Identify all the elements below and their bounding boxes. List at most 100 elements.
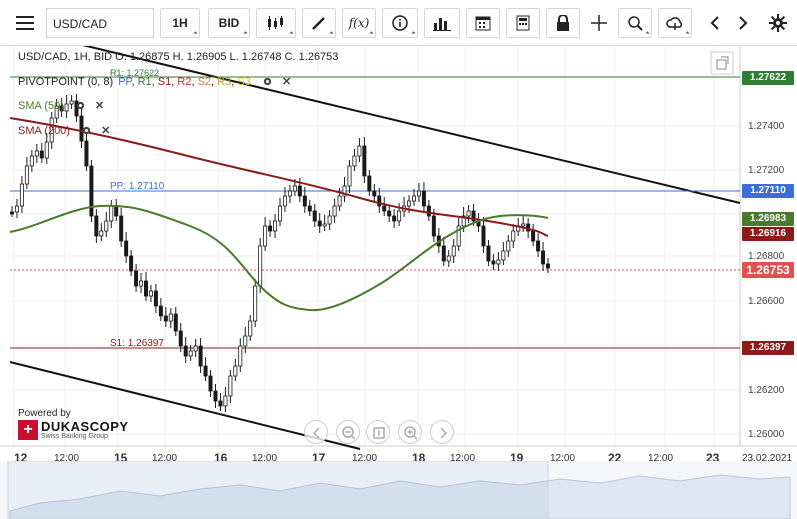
pan-right-button[interactable] <box>430 420 454 444</box>
chevron-right-icon <box>440 427 448 439</box>
scroll-left-button[interactable] <box>702 8 728 38</box>
gear-icon[interactable] <box>81 125 92 136</box>
candle-body <box>327 215 332 225</box>
toolbar: USD/CAD 1H BID f(x) <box>0 0 797 46</box>
pivot-line-label-r2: R2 <box>177 76 192 88</box>
candle-body <box>139 280 144 287</box>
menu-button[interactable] <box>8 8 42 38</box>
lock-button[interactable] <box>546 8 580 38</box>
candle-body <box>511 230 516 242</box>
popout-icon[interactable] <box>710 51 734 75</box>
settings-button[interactable] <box>764 8 792 38</box>
calculator-icon <box>516 15 530 31</box>
upload-button[interactable] <box>658 8 692 38</box>
candle-body <box>521 223 526 227</box>
candle-body <box>362 145 367 177</box>
close-icon[interactable]: ✕ <box>95 99 104 112</box>
gear-icon[interactable] <box>262 76 273 87</box>
candle-body <box>114 205 119 217</box>
scroll-right-button[interactable] <box>730 8 756 38</box>
cloud-upload-icon <box>666 17 683 30</box>
candle-body <box>486 245 491 262</box>
info-button[interactable] <box>382 8 418 38</box>
navigator-window[interactable] <box>7 461 549 519</box>
candle-body <box>277 205 282 222</box>
timeframe-button[interactable]: 1H <box>160 8 200 38</box>
draw-tool-button[interactable] <box>302 8 336 38</box>
candle-body <box>134 270 139 287</box>
close-icon[interactable]: ✕ <box>101 124 110 137</box>
info-icon <box>392 15 408 31</box>
chevron-right-icon <box>739 16 748 30</box>
pp-price-tag: 1.27110 <box>742 184 794 198</box>
zoom-button[interactable] <box>618 8 652 38</box>
candle-body <box>248 320 253 337</box>
candle-body <box>233 365 238 377</box>
gear-icon[interactable] <box>75 100 86 111</box>
calendar-button[interactable] <box>466 8 500 38</box>
reset-zoom-button[interactable] <box>366 420 390 444</box>
volume-button[interactable] <box>424 8 460 38</box>
candle-body <box>173 313 178 332</box>
sma200-label: SMA (200) <box>18 125 70 137</box>
candle-body <box>421 190 426 207</box>
candlestick-series <box>9 94 551 412</box>
candle-body <box>407 200 412 207</box>
candle-body <box>109 205 114 222</box>
candle-body <box>392 215 397 222</box>
brand-name: DUKASCOPY <box>41 419 129 434</box>
pivot-lines-legend: PP, R1, S1, R2, S2, R3, S3 <box>118 76 251 88</box>
candle-body <box>263 225 268 247</box>
chart-area[interactable]: USD/CAD, 1H, BID O. 1.26875 H. 1.26905 L… <box>0 46 797 519</box>
candle-body <box>198 345 203 367</box>
lock-icon <box>557 15 569 31</box>
calculator-button[interactable] <box>506 8 540 38</box>
candle-body <box>377 195 382 207</box>
s1-level-label: S1: 1.26397 <box>110 338 164 349</box>
pivot-line-label-s3: S3 <box>237 76 251 88</box>
zoom-out-button[interactable] <box>336 420 360 444</box>
zoom-out-icon <box>342 426 356 440</box>
price-chart[interactable] <box>0 46 797 519</box>
crosshair-button[interactable] <box>584 8 614 38</box>
upper-trendline[interactable] <box>70 46 741 204</box>
pivot-indicator-legend[interactable]: PIVOTPOINT (0, 8) PP, R1, S1, R2, S2, R3… <box>18 75 291 88</box>
candle-body <box>541 250 546 265</box>
swiss-cross-icon: + <box>18 420 38 440</box>
zoom-in-button[interactable] <box>398 420 422 444</box>
candle-body <box>546 263 551 269</box>
candle-body <box>501 250 506 261</box>
pivot-line-label-pp: PP <box>118 76 132 88</box>
candle-body <box>129 255 134 272</box>
candle-body <box>258 245 263 287</box>
sma200-legend[interactable]: SMA (200) ✕ <box>18 124 110 137</box>
candle-body <box>178 330 183 347</box>
candle-body <box>312 210 317 222</box>
bar-chart-icon <box>433 18 451 31</box>
candle-body <box>193 345 198 352</box>
candle-body <box>337 195 342 207</box>
chart-type-button[interactable] <box>256 8 296 38</box>
candle-body <box>223 395 228 407</box>
chevron-left-icon <box>710 16 719 30</box>
pivot-line-label-s2: S2 <box>197 76 212 88</box>
candle-body <box>282 195 287 207</box>
sma50-legend[interactable]: SMA (50) ✕ <box>18 99 104 112</box>
candle-body <box>143 280 148 297</box>
candle-body <box>372 190 377 197</box>
candle-body <box>238 345 243 367</box>
candle-body <box>322 223 327 227</box>
candle-body <box>124 240 129 257</box>
candle-body <box>441 245 446 262</box>
calendar-icon <box>475 16 491 31</box>
close-icon[interactable]: ✕ <box>282 75 291 88</box>
side-button[interactable]: BID <box>208 8 250 38</box>
candle-body <box>536 240 541 252</box>
navigator-area[interactable] <box>0 461 797 519</box>
candle-body <box>416 190 421 197</box>
dukascopy-logo[interactable]: + DUKASCOPY Swiss Banking Group <box>18 420 129 440</box>
symbol-selector[interactable]: USD/CAD <box>46 8 154 38</box>
pan-left-button[interactable] <box>304 420 328 444</box>
indicators-button[interactable]: f(x) <box>342 8 376 38</box>
candle-body <box>89 165 94 217</box>
